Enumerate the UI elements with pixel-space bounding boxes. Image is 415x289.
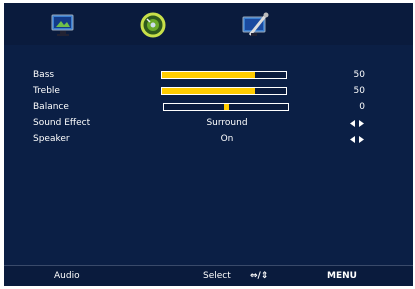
treble-value: 50 (353, 86, 365, 96)
balance-label: Balance (33, 102, 69, 112)
balance-slider[interactable] (163, 103, 289, 111)
bass-slider[interactable] (161, 71, 287, 79)
speaker-label: Speaker (33, 134, 70, 144)
left-right-arrows-icon[interactable] (350, 120, 364, 127)
top-menu-bar (4, 3, 413, 45)
left-right-arrows-icon[interactable] (350, 136, 364, 143)
speaker-row[interactable]: Speaker On (4, 132, 413, 146)
osd-audio-menu: Bass 50 Treble 50 Balance 0 Sound Effect… (4, 3, 413, 286)
treble-slider[interactable] (161, 87, 287, 95)
bass-row[interactable]: Bass 50 (4, 68, 413, 82)
balance-slider-marker (223, 104, 229, 110)
select-hint: Select (203, 271, 231, 281)
tv-picture-icon[interactable] (48, 11, 78, 39)
sound-effect-value: Surround (206, 118, 248, 128)
treble-slider-fill (162, 88, 255, 94)
audio-settings-panel: Bass 50 Treble 50 Balance 0 Sound Effect… (4, 45, 413, 265)
bass-slider-fill (162, 72, 255, 78)
menu-hint: MENU (327, 271, 357, 281)
navigation-arrows-hint: ⇔/⇕ (250, 271, 269, 281)
menu-name-label: Audio (54, 271, 80, 281)
balance-row[interactable]: Balance 0 (4, 100, 413, 114)
footer-hint-bar: Audio Select ⇔/⇕ MENU (4, 265, 413, 286)
treble-label: Treble (33, 86, 60, 96)
balance-value: 0 (359, 102, 365, 112)
speaker-value: On (220, 134, 234, 144)
treble-row[interactable]: Treble 50 (4, 84, 413, 98)
sound-effect-label: Sound Effect (33, 118, 91, 128)
sound-effect-row[interactable]: Sound Effect Surround (4, 116, 413, 130)
bass-label: Bass (33, 70, 55, 80)
settings-tools-icon[interactable] (240, 11, 270, 39)
bass-value: 50 (353, 70, 365, 80)
audio-disc-icon[interactable] (138, 11, 168, 39)
